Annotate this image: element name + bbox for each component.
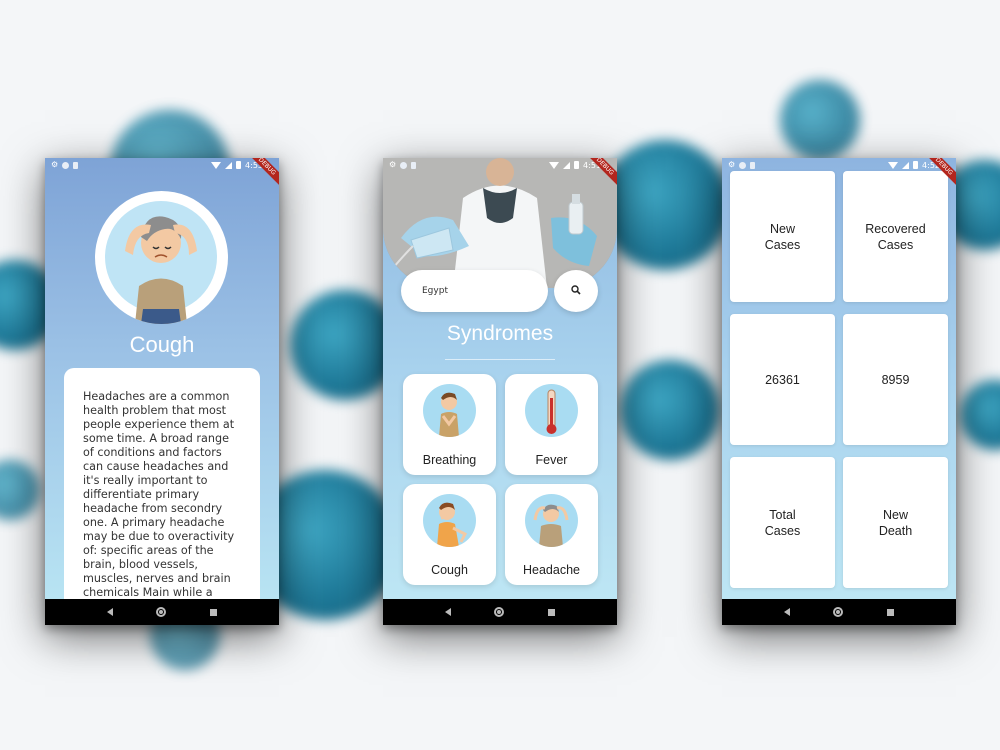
- search-icon: [571, 282, 581, 300]
- back-icon[interactable]: [444, 608, 451, 616]
- sd-card-icon: [411, 161, 417, 169]
- recents-icon[interactable]: [210, 608, 218, 616]
- syndrome-tile-breathing[interactable]: Breathing: [403, 374, 496, 475]
- status-bar: ⚙ 4:52: [722, 158, 956, 172]
- stat-card-new-death[interactable]: New Death: [843, 457, 948, 588]
- back-icon[interactable]: [106, 608, 113, 616]
- status-bar: ⚙ 4:51: [383, 158, 617, 172]
- battery-icon: [574, 161, 580, 169]
- stat-card-value[interactable]: 8959: [843, 314, 948, 445]
- man-headache-illustration: [95, 191, 228, 324]
- wifi-icon: [888, 161, 899, 169]
- recents-icon[interactable]: [548, 608, 556, 616]
- battery-icon: [913, 161, 919, 169]
- notification-dot-icon: [62, 161, 70, 169]
- battery-icon: [236, 161, 242, 169]
- phone-stats: New Cases Recovered Cases 26361 8959 Tot…: [722, 158, 956, 625]
- virus-particle: [0, 460, 40, 520]
- nav-bar: [383, 599, 617, 625]
- signal-icon: [225, 161, 233, 169]
- gear-icon: ⚙: [728, 160, 736, 169]
- search-button[interactable]: [554, 270, 598, 312]
- nav-bar: [722, 599, 956, 625]
- stat-card-total-cases[interactable]: Total Cases: [730, 457, 835, 588]
- signal-icon: [902, 161, 910, 169]
- stat-card-new-cases[interactable]: New Cases: [730, 171, 835, 302]
- home-icon[interactable]: [833, 607, 844, 617]
- page-title: Syndromes: [446, 322, 554, 345]
- boy-coughing-icon: [423, 494, 476, 547]
- stat-card-recovered-cases[interactable]: Recovered Cases: [843, 171, 948, 302]
- stat-value: 26361: [765, 372, 800, 387]
- tile-label: Headache: [523, 563, 580, 577]
- signal-icon: [563, 161, 571, 169]
- stat-label: New Cases: [764, 221, 801, 252]
- syndromes-screen: Egypt Syndromes Breathing Fever Cough He…: [383, 158, 617, 599]
- recents-icon[interactable]: [887, 608, 895, 616]
- phone-cough-detail: Cough Headaches are a common health prob…: [45, 158, 279, 625]
- page-title: Cough: [129, 332, 195, 357]
- thermometer-icon: [525, 384, 578, 437]
- stat-label: Recovered Cases: [865, 221, 926, 252]
- stat-card-value[interactable]: 26361: [730, 314, 835, 445]
- search-input[interactable]: Egypt: [401, 270, 548, 312]
- stat-label: New Death: [878, 507, 913, 538]
- home-icon[interactable]: [494, 607, 505, 617]
- notification-dot-icon: [400, 161, 408, 169]
- title-divider: [445, 359, 555, 360]
- phone-syndromes: Egypt Syndromes Breathing Fever Cough He…: [383, 158, 617, 625]
- boy-breathing-icon: [423, 384, 476, 437]
- wifi-icon: [549, 161, 560, 169]
- tile-label: Cough: [431, 563, 468, 577]
- stats-screen: New Cases Recovered Cases 26361 8959 Tot…: [722, 158, 956, 599]
- sd-card-icon: [73, 161, 79, 169]
- stat-value: 8959: [881, 372, 910, 387]
- sd-card-icon: [750, 161, 756, 169]
- gear-icon: ⚙: [51, 160, 59, 169]
- syndrome-tile-cough[interactable]: Cough: [403, 484, 496, 585]
- syndrome-tile-fever[interactable]: Fever: [505, 374, 598, 475]
- virus-particle: [600, 140, 730, 270]
- wifi-icon: [211, 161, 222, 169]
- description-card[interactable]: Headaches are a common health problem th…: [64, 368, 260, 599]
- tile-label: Fever: [535, 453, 568, 467]
- syndrome-tile-headache[interactable]: Headache: [505, 484, 598, 585]
- status-bar: ⚙ 4:53: [45, 158, 279, 172]
- back-icon[interactable]: [783, 608, 790, 616]
- notification-dot-icon: [739, 161, 747, 169]
- home-icon[interactable]: [156, 607, 167, 617]
- nav-bar: [45, 599, 279, 625]
- doctor-hero-image: [383, 158, 617, 288]
- gear-icon: ⚙: [389, 160, 397, 169]
- stat-label: Total Cases: [764, 507, 801, 538]
- virus-particle: [620, 360, 720, 460]
- tile-label: Breathing: [422, 453, 477, 467]
- search-input-value: Egypt: [422, 286, 448, 296]
- description-text: Headaches are a common health problem th…: [83, 390, 235, 599]
- cough-detail-screen: Cough Headaches are a common health prob…: [45, 158, 279, 599]
- virus-particle: [780, 80, 860, 160]
- man-headache-icon: [525, 494, 578, 547]
- virus-particle: [960, 380, 1000, 450]
